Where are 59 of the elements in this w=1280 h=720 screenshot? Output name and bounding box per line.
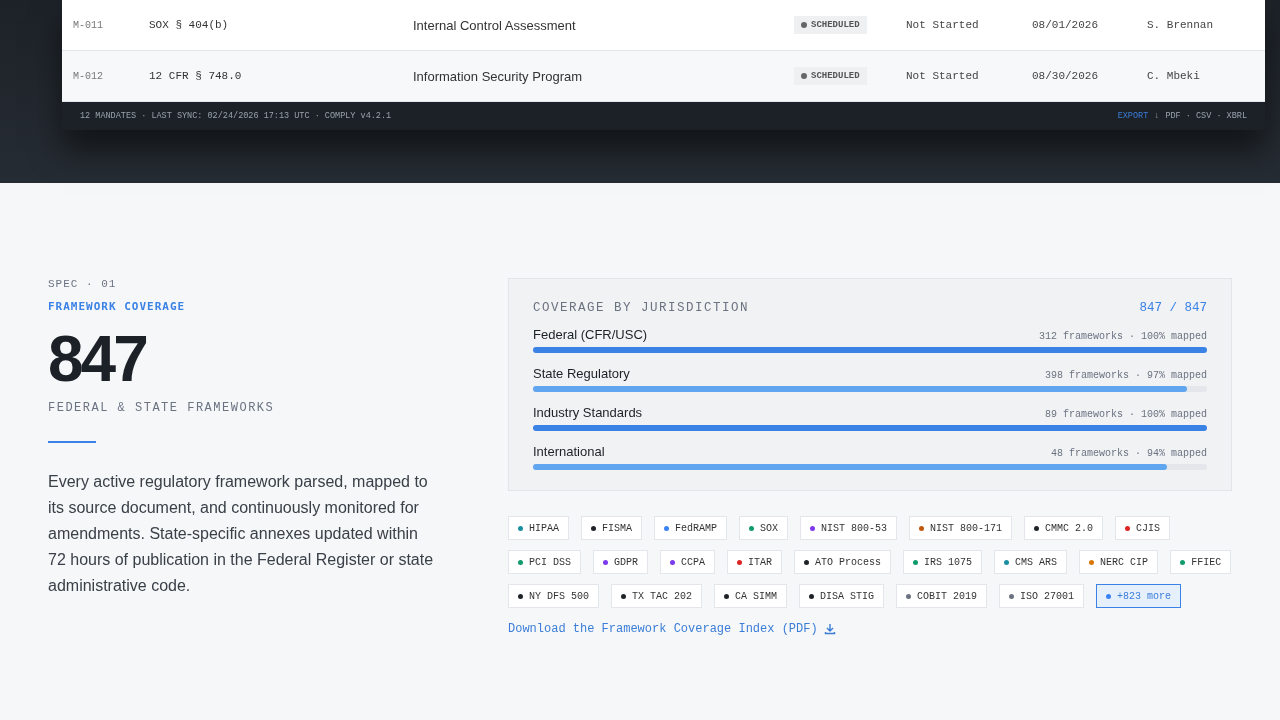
table-cell-text: Information Security Program: [413, 68, 584, 84]
framework-tag: DISA STIG: [799, 584, 885, 608]
framework-tag: IRS 1075: [903, 550, 983, 574]
framework-tag: PCI DSS: [508, 550, 581, 574]
jurisdiction-name: State Regulatory: [533, 366, 630, 381]
status-badge: SCHEDULED: [794, 16, 867, 34]
table-cell-text: Not Started: [906, 19, 980, 31]
framework-tag: SOX: [739, 516, 789, 540]
framework-tag: CA SIMM: [714, 584, 788, 608]
section-eyebrow: SPEC · 01: [48, 278, 118, 290]
jurisdiction-name: Industry Standards: [533, 405, 643, 420]
section-title: FRAMEWORK COVERAGE: [48, 300, 187, 313]
card-title: COVERAGE BY JURISDICTION: [533, 301, 750, 315]
framework-tag: TX TAC 202: [611, 584, 703, 608]
table-cell-text: 08/01/2026: [1032, 19, 1099, 31]
table-cell-text: Not Started: [906, 70, 980, 82]
framework-tag[interactable]: +823 more: [1096, 584, 1182, 608]
framework-tag: FedRAMP: [654, 516, 728, 540]
stat-label: FEDERAL & STATE FRAMEWORKS: [48, 401, 276, 415]
framework-tag: NIST 800-171: [909, 516, 1013, 540]
framework-tag: NERC CIP: [1079, 550, 1159, 574]
download-link[interactable]: Download the Framework Coverage Index (PDF): [508, 622, 836, 636]
export-formats: PDF · CSV · XBRL: [1165, 111, 1247, 121]
table-cell-text: M-012: [72, 70, 104, 82]
table-cell-text: M-011: [72, 19, 104, 31]
framework-tag: HIPAA: [508, 516, 569, 540]
table-cell-text: 12 CFR § 748.0: [149, 70, 243, 82]
download-icon: [823, 623, 836, 635]
table-cell: C. Mbeki: [1147, 70, 1200, 82]
jurisdiction-detail: 312 frameworks · 100% mapped: [1038, 331, 1207, 342]
framework-tag: NIST 800-53: [800, 516, 898, 540]
framework-tag: FFIEC: [1170, 550, 1232, 574]
jurisdiction-detail: 398 frameworks · 97% mapped: [1044, 370, 1207, 381]
jurisdiction-name: Federal (CFR/USC): [533, 327, 648, 342]
framework-tag: NY DFS 500: [508, 584, 599, 608]
table-cell-text: 08/30/2026: [1032, 70, 1099, 82]
footer-text: 12 MANDATES · LAST SYNC: 02/24/2026 17:13 UTC · COMPLY v4.2.1: [80, 111, 392, 121]
stat-number: 847: [48, 327, 147, 391]
framework-tag: FISMA: [581, 516, 643, 540]
framework-tag: ITAR: [727, 550, 783, 574]
framework-tag: COBIT 2019: [896, 584, 988, 608]
export-link[interactable]: EXPORT: [1117, 111, 1149, 121]
status-badge: SCHEDULED: [794, 67, 867, 85]
table-cell-text: SOX § 404(b): [149, 19, 230, 31]
jurisdiction-detail: 89 frameworks · 100% mapped: [1044, 409, 1207, 420]
jurisdiction-name: International: [533, 444, 605, 459]
framework-tag: CCPA: [660, 550, 716, 574]
framework-tag: CJIS: [1115, 516, 1171, 540]
coverage-total: 847 / 847: [1139, 301, 1207, 315]
jurisdiction-detail: 48 frameworks · 94% mapped: [1050, 448, 1207, 459]
framework-tag: CMMC 2.0: [1024, 516, 1104, 540]
framework-tag: ATO Process: [794, 550, 892, 574]
framework-tag: ISO 27001: [999, 584, 1085, 608]
table-cell: S. Brennan: [1147, 19, 1213, 31]
framework-tag: GDPR: [593, 550, 649, 574]
description: Every active regulatory framework parsed, mapped to its source document, and continuously monitored for amendments. State-specific annexes updated within 72 hours of publication in the Federal Register or state administrative code.: [48, 472, 435, 596]
table-cell-text: Internal Control Assessment: [413, 17, 577, 33]
framework-tag: CMS ARS: [994, 550, 1068, 574]
export-arrow: ↓: [1154, 111, 1160, 121]
